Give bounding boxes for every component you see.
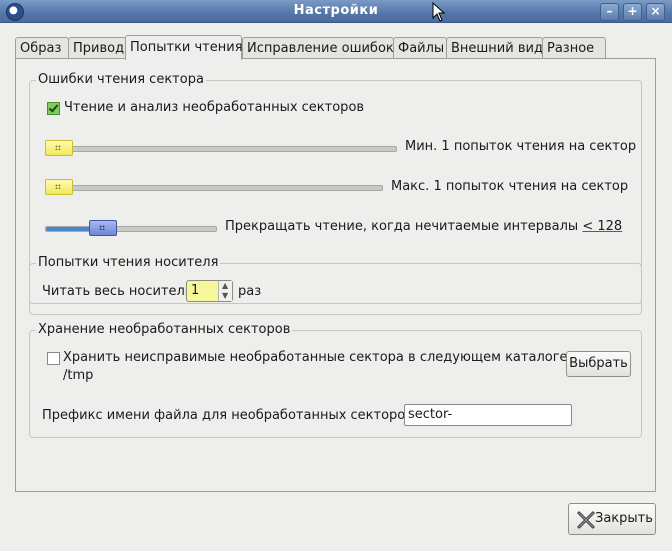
tab-misc[interactable]: Разное (542, 37, 606, 59)
tab-image[interactable]: Образ (15, 37, 69, 59)
media-attempts-frame: Попытки чтения носителя Читать весь носи… (29, 255, 642, 315)
tab-files[interactable]: Файлы (393, 37, 447, 59)
mouse-cursor-icon (432, 2, 446, 22)
close-button-label: Закрыть (595, 511, 653, 526)
min-attempts-slider-thumb[interactable] (45, 140, 73, 156)
times-label: раз (238, 284, 262, 299)
tab-error-correction[interactable]: Исправление ошибок (242, 37, 394, 59)
spin-up-icon[interactable]: ▲ (222, 282, 228, 290)
read-media-spinner[interactable]: 1 ▲ ▼ (186, 280, 233, 302)
title-bar[interactable]: Настройки – + × (0, 0, 672, 23)
max-attempts-slider-thumb[interactable] (45, 179, 73, 195)
raw-directory-path: /tmp (63, 368, 94, 383)
close-icon (577, 511, 595, 529)
window-title: Настройки (293, 3, 379, 18)
min-attempts-label: Мин. 1 попыток чтения на сектор (405, 139, 637, 154)
tab-read-attempts[interactable]: Попытки чтения (125, 35, 243, 60)
tab-drive[interactable]: Привод (68, 37, 128, 59)
media-attempts-title: Попытки чтения носителя (36, 255, 221, 270)
raw-storage-frame: Хранение необработанных секторов Хранить… (29, 322, 642, 438)
prefix-input[interactable]: sector- (404, 404, 572, 426)
prefix-label: Префикс имени файла для необработанных с… (42, 408, 418, 423)
tab-appearance[interactable]: Внешний вид (446, 37, 543, 59)
tab-panel: Ошибки чтения сектора Чтение и анализ не… (15, 58, 656, 492)
close-window-button[interactable]: × (646, 3, 665, 21)
minimize-button[interactable]: – (600, 3, 619, 21)
maximize-button[interactable]: + (623, 3, 642, 21)
stop-interval-slider-fill (46, 227, 94, 231)
raw-storage-title: Хранение необработанных секторов (36, 322, 293, 337)
stop-interval-label: Прекращать чтение, когда нечитаемые инте… (225, 219, 579, 234)
close-button[interactable]: Закрыть (568, 503, 656, 535)
raw-analysis-label: Чтение и анализ необработанных секторов (64, 100, 365, 115)
sector-errors-title: Ошибки чтения сектора (36, 72, 206, 87)
spin-down-icon[interactable]: ▼ (222, 292, 228, 300)
store-raw-checkbox[interactable] (47, 352, 60, 365)
max-attempts-label: Макс. 1 попыток чтения на сектор (391, 179, 629, 194)
stop-interval-slider-thumb[interactable] (89, 220, 117, 236)
stop-interval-value: < 128 (582, 219, 623, 234)
read-media-label: Читать весь носитель (42, 284, 193, 299)
max-attempts-slider[interactable] (45, 185, 383, 191)
stop-interval-text: Прекращать чтение, когда нечитаемые инте… (225, 219, 622, 234)
min-attempts-slider[interactable] (45, 146, 397, 152)
read-media-value: 1 (191, 283, 200, 298)
store-raw-label: Хранить неисправимые необработанные сект… (63, 350, 572, 365)
choose-directory-button[interactable]: Выбрать (566, 351, 631, 377)
read-media-spinner-arrows[interactable]: ▲ ▼ (218, 281, 232, 301)
raw-analysis-checkbox[interactable] (47, 102, 60, 115)
